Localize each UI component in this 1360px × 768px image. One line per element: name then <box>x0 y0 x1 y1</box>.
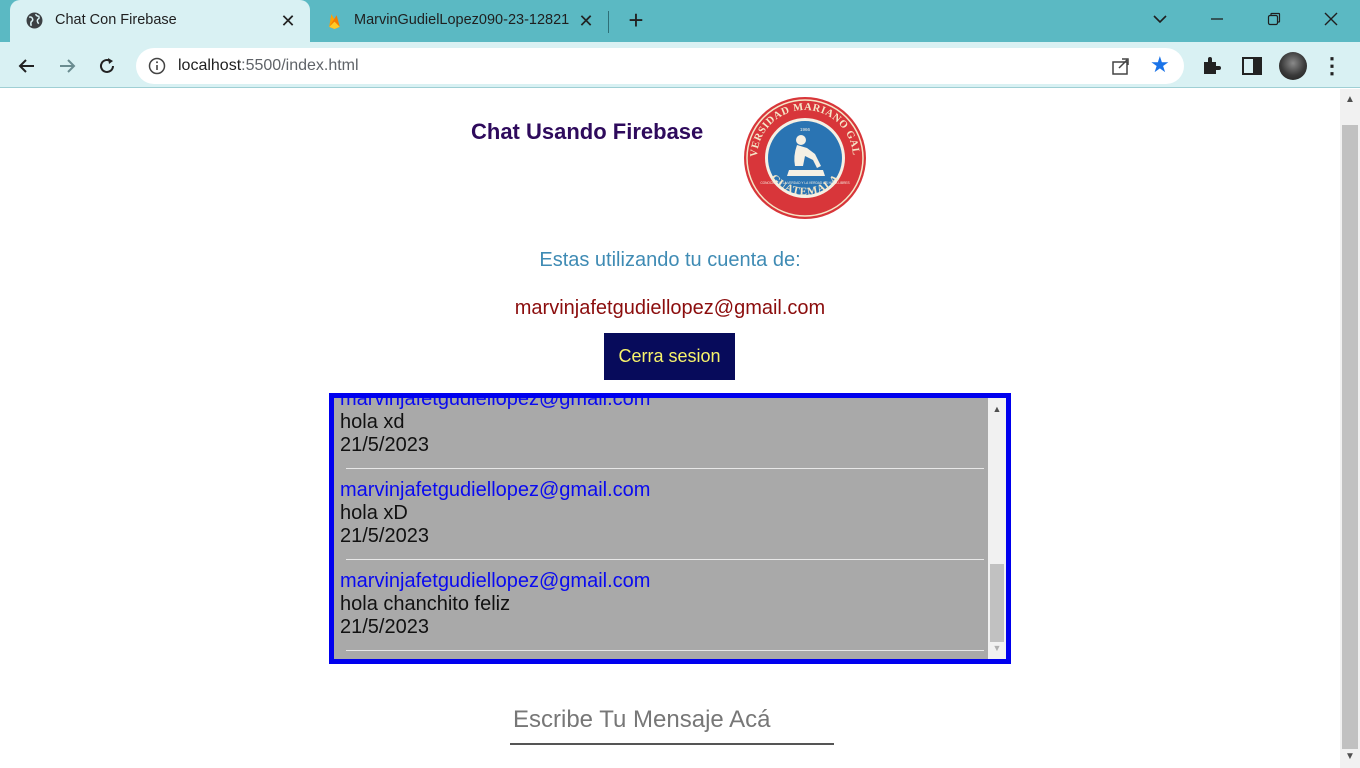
close-icon[interactable]: ✕ <box>278 11 298 31</box>
browser-toolbar: localhost:5500/index.html ★ ⋮ <box>0 42 1360 88</box>
url-text[interactable]: localhost:5500/index.html <box>178 57 359 75</box>
firebase-icon <box>329 14 340 29</box>
account-label: Estas utilizando tu cuenta de: <box>539 249 801 271</box>
university-logo: UNIVERSIDAD MARIANO GALVEZ GUATEMALA 196… <box>743 96 866 219</box>
tab-title: MarvinGudielLopez090-23-12821 <box>354 12 570 28</box>
scroll-up-arrow-icon[interactable]: ▲ <box>1340 89 1360 111</box>
list-item: marvinjafetgudiellopez@gmail.com hola xd… <box>334 393 984 469</box>
info-icon[interactable] <box>148 57 166 75</box>
list-item: marvinjafetgudiellopez@gmail.com hola xD… <box>334 479 984 560</box>
page-scrollbar[interactable]: ▲ ▼ <box>1340 89 1360 768</box>
scroll-down-arrow-icon[interactable]: ▼ <box>988 639 1006 657</box>
scroll-down-arrow-icon[interactable]: ▼ <box>1340 746 1360 768</box>
tab-firebase-console[interactable]: MarvinGudielLopez090-23-12821 ✕ <box>314 0 608 42</box>
chat-message-list: marvinjafetgudiellopez@gmail.com hola xd… <box>334 393 984 659</box>
chat-scroll-thumb[interactable] <box>990 564 1004 642</box>
account-email: marvinjafetgudiellopez@gmail.com <box>514 297 826 319</box>
tab-search-icon[interactable] <box>1145 6 1175 32</box>
message-text: hola xd <box>340 411 405 433</box>
close-window-button[interactable] <box>1316 6 1346 32</box>
tab-strip: Chat Con Firebase ✕ MarvinGudielLopez090… <box>0 0 1360 42</box>
message-text: hola xD <box>340 502 408 524</box>
side-panel-icon[interactable] <box>1240 54 1264 78</box>
message-date: 21/5/2023 <box>340 525 429 547</box>
message-divider <box>346 559 984 560</box>
message-user: marvinjafetgudiellopez@gmail.com <box>340 570 651 592</box>
page-viewport: Chat Usando Firebase UNIVERSIDAD MARIANO… <box>0 89 1340 768</box>
bookmark-star-icon[interactable]: ★ <box>1150 54 1172 76</box>
close-icon[interactable]: ✕ <box>576 11 596 31</box>
address-bar[interactable]: localhost:5500/index.html ★ <box>136 48 1184 84</box>
browser-menu-icon[interactable]: ⋮ <box>1320 52 1344 80</box>
message-text: hola chanchito feliz <box>340 593 511 615</box>
page-scroll-thumb[interactable] <box>1342 125 1358 749</box>
message-date: 21/5/2023 <box>340 616 429 638</box>
logo-year: 1966 <box>800 127 811 132</box>
logout-button[interactable]: Cerra sesion <box>604 333 735 380</box>
scroll-up-arrow-icon[interactable]: ▲ <box>988 400 1006 418</box>
message-divider <box>346 650 984 651</box>
tab-separator <box>608 11 609 33</box>
message-input[interactable] <box>510 697 834 745</box>
reload-button[interactable] <box>93 52 121 80</box>
forward-button[interactable] <box>53 52 81 80</box>
list-item: marvinjafetgudiellopez@gmail.com hola ch… <box>334 570 984 651</box>
message-user: marvinjafetgudiellopez@gmail.com <box>340 393 651 410</box>
page-title: Chat Usando Firebase <box>471 119 704 144</box>
globe-icon <box>26 12 43 29</box>
message-date: 21/5/2023 <box>340 434 429 456</box>
new-tab-button[interactable]: + <box>622 7 650 34</box>
message-user: marvinjafetgudiellopez@gmail.com <box>340 479 651 501</box>
extensions-icon[interactable] <box>1200 54 1224 78</box>
profile-avatar[interactable] <box>1279 52 1307 80</box>
chat-messages-panel[interactable]: marvinjafetgudiellopez@gmail.com hola xd… <box>329 393 1011 664</box>
minimize-button[interactable] <box>1202 6 1232 32</box>
share-icon[interactable] <box>1110 56 1132 76</box>
back-button[interactable] <box>13 52 41 80</box>
chat-scrollbar[interactable]: ▲ ▼ <box>988 398 1006 659</box>
message-divider <box>346 468 984 469</box>
logo-motto: CONOCERÉIS LA VERDAD Y LA VERDAD OS HARÁ… <box>760 180 849 185</box>
restore-button[interactable] <box>1259 6 1289 32</box>
url-host: localhost <box>178 57 242 74</box>
tab-title: Chat Con Firebase <box>55 12 177 28</box>
tab-chat-con-firebase[interactable]: Chat Con Firebase ✕ <box>10 0 310 42</box>
url-path: :5500/index.html <box>241 57 359 74</box>
